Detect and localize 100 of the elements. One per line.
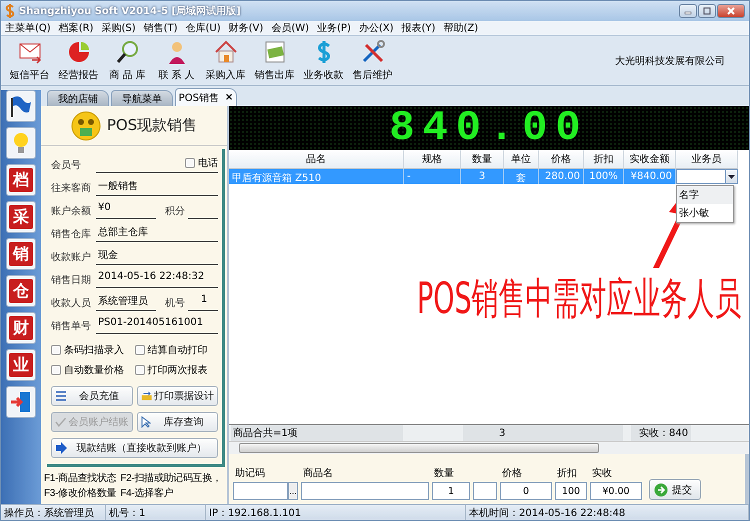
status-text: IP：192.168.1.101 xyxy=(206,505,466,520)
table-cell: 100% xyxy=(584,169,624,184)
field-label: 往来客商 xyxy=(51,182,92,196)
input-field[interactable]: 总部主仓库 xyxy=(96,225,218,242)
close-button[interactable] xyxy=(717,4,745,18)
horizontal-scrollbar[interactable] xyxy=(229,442,749,454)
shortcut-hint: F3-修改价格数量 xyxy=(44,486,116,500)
table-cell: 套 xyxy=(504,169,539,184)
shortcut-hint: F2-扫描或助记码互换， xyxy=(120,472,222,485)
tab[interactable]: 导航菜单 xyxy=(111,90,173,106)
field-label: 销售日期 xyxy=(51,274,92,288)
input-field[interactable]: 现金 xyxy=(96,248,218,265)
app-logo-icon xyxy=(5,4,15,18)
house-icon xyxy=(212,39,238,65)
field-label: 收款账户 xyxy=(51,250,92,265)
input-field[interactable]: 系统管理员 xyxy=(96,294,156,311)
table-cell: 甲盾有源音箱 Z510 xyxy=(229,169,404,184)
menu-item[interactable]: 仓库(U) xyxy=(186,21,221,35)
toolbar-button[interactable]: 业务收款 xyxy=(299,38,348,84)
field-label: 账户余额 xyxy=(51,204,92,219)
menu-item[interactable]: 会员(W) xyxy=(271,21,310,35)
field-label: 实收 xyxy=(591,466,613,478)
maximize-icon xyxy=(703,7,711,15)
field-label: 商品名 xyxy=(302,466,334,478)
column-header[interactable]: 品名 xyxy=(229,150,404,169)
submit-button[interactable]: 提交 xyxy=(649,479,701,500)
column-header[interactable]: 业务员 xyxy=(676,150,738,169)
summary-paid: 实收：840 xyxy=(631,425,691,441)
column-header[interactable]: 数量 xyxy=(461,150,504,169)
menu-item[interactable]: 业务(P) xyxy=(317,21,351,35)
tab[interactable]: POS销售 × xyxy=(175,88,237,106)
field-label: 折扣 xyxy=(556,466,578,478)
input-field[interactable]: 电话 xyxy=(96,156,218,173)
input-field[interactable]: PS01-201405161001 xyxy=(96,317,218,334)
input-field[interactable]: 100 xyxy=(555,482,587,500)
field-label: 价格 xyxy=(501,466,523,478)
toolbar-button[interactable]: 短信平台 xyxy=(5,38,54,84)
close-tab-button[interactable]: × xyxy=(224,92,234,103)
input-field[interactable]: ¥0.00 xyxy=(590,482,642,500)
sidebar-button[interactable] xyxy=(6,90,36,122)
input-field[interactable]: ¥0 xyxy=(96,202,156,219)
dropdown-option[interactable]: 张小敏 xyxy=(677,204,733,222)
toolbar-button[interactable]: 采购入库 xyxy=(201,38,250,84)
toolbar-button[interactable]: 商 品 库 xyxy=(103,38,152,84)
menu-item[interactable]: 采购(S) xyxy=(101,21,136,35)
input-field[interactable]: 1 xyxy=(188,294,218,311)
shortcut-hint: F4-选择客户 xyxy=(120,486,174,500)
menu-item[interactable]: 销售(T) xyxy=(144,21,178,35)
panel-title: POS现款销售 xyxy=(106,116,198,135)
summary-quantity: 3 xyxy=(463,425,623,441)
checkbox[interactable]: 自动数量价格 xyxy=(51,363,134,377)
checkbox[interactable]: 打印两次报表 xyxy=(134,363,218,377)
field-label: 销售仓库 xyxy=(51,228,92,242)
status-text: 本机时间：2014-05-16 22:48:48 xyxy=(466,505,749,520)
panel-button[interactable]: 打印票据设计 xyxy=(136,386,218,406)
column-header[interactable]: 规格 xyxy=(404,150,461,169)
checkbox[interactable]: 电话 xyxy=(185,156,218,170)
table-cell: - xyxy=(404,169,461,184)
menu-item[interactable]: 财务(V) xyxy=(228,21,264,35)
printer-icon xyxy=(140,390,152,402)
panel-button[interactable]: 库存查询 xyxy=(136,412,218,432)
menu-item[interactable]: 帮助(Z) xyxy=(443,21,478,35)
input-field[interactable] xyxy=(233,482,288,500)
input-field[interactable]: 1 xyxy=(432,482,470,500)
shortcut-hint: F1-商品查找状态 xyxy=(44,472,116,485)
field-label: 助记码 xyxy=(234,466,266,478)
panel-button[interactable]: 现款结账（直接收款到账户） xyxy=(51,438,218,458)
input-field[interactable]: 一般销售 xyxy=(96,179,218,196)
panel-button[interactable]: 会员充值 xyxy=(51,386,132,406)
checkbox[interactable]: 结算自动打印 xyxy=(134,343,218,357)
column-header[interactable]: 实收金额 xyxy=(624,150,676,169)
maximize-button[interactable] xyxy=(698,4,716,18)
arrow-right-icon xyxy=(55,442,67,454)
checkbox[interactable]: 条码扫描录入 xyxy=(51,343,134,357)
column-header[interactable]: 单位 xyxy=(504,150,539,169)
total-amount: 840.00 xyxy=(389,104,589,152)
summary-count: 商品合共=1项 xyxy=(231,425,403,441)
dropdown-option[interactable]: 名字 xyxy=(677,186,733,204)
input-field[interactable] xyxy=(473,482,497,500)
input-field[interactable]: 0 xyxy=(500,482,552,500)
toolbar-button[interactable]: 经营报告 xyxy=(54,38,103,84)
tab[interactable]: 我的店铺 xyxy=(47,90,109,106)
field-label: 数量 xyxy=(433,467,455,478)
menu-item[interactable]: 办公(X) xyxy=(358,21,394,35)
money-emoji-icon xyxy=(70,110,101,140)
column-header[interactable]: 价格 xyxy=(539,150,584,169)
exit-door-icon xyxy=(9,390,33,414)
company-name: 大光明科技发展有限公司 xyxy=(615,54,725,68)
menu-item[interactable]: 报表(Y) xyxy=(402,21,436,35)
toolbar-button[interactable]: 售后维护 xyxy=(348,38,397,84)
input-field[interactable]: 2014-05-16 22:48:32 xyxy=(96,271,218,288)
input-field[interactable] xyxy=(301,482,429,500)
annotation-text: POS销售中需对应业务人员 xyxy=(417,274,742,326)
toolbar-button[interactable]: 销售出库 xyxy=(250,38,299,84)
menu-item[interactable]: 主菜单(Q) xyxy=(5,21,51,35)
toolbar-button[interactable]: 联 系 人 xyxy=(152,38,201,84)
table-cell: ¥840.00 xyxy=(624,169,676,184)
column-header[interactable]: 折扣 xyxy=(584,150,624,169)
browse-button[interactable]: ... xyxy=(288,482,298,500)
menu-item[interactable]: 档案(R) xyxy=(58,21,94,35)
